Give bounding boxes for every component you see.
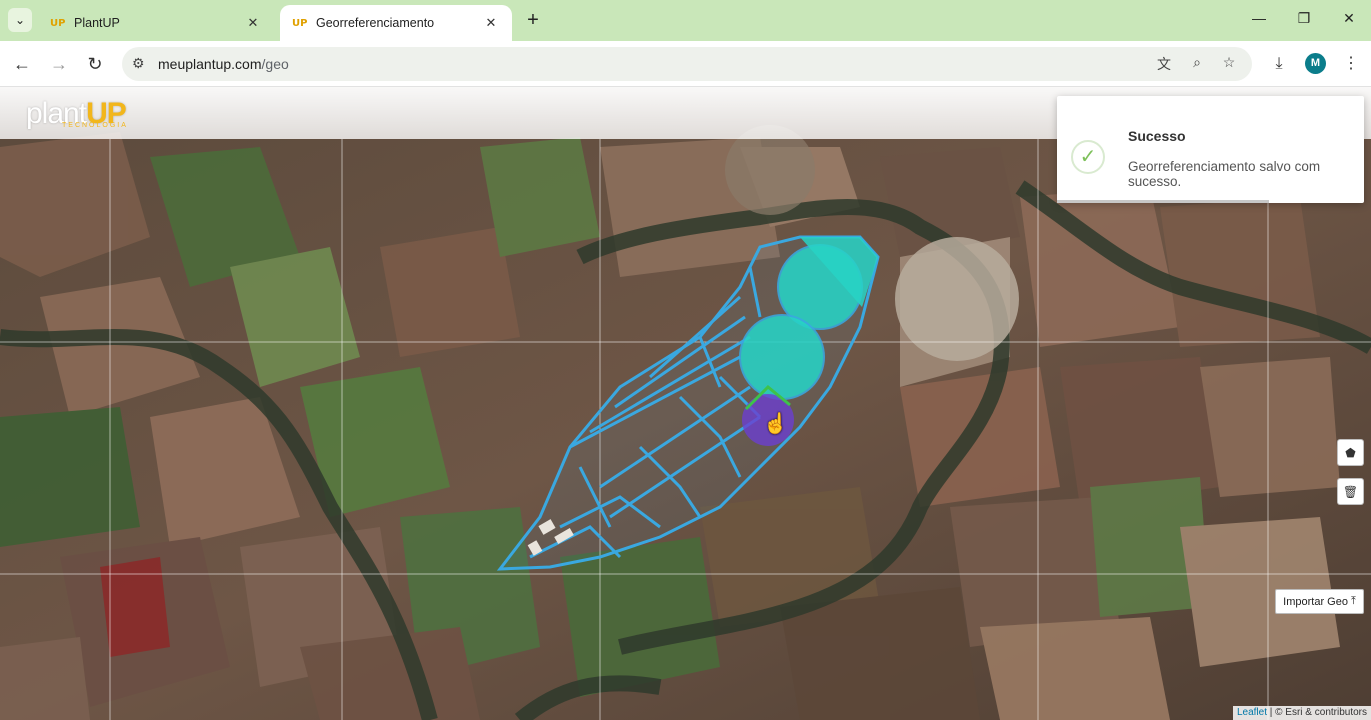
import-geo-label: Importar Geo [1283,595,1348,608]
address-bar[interactable]: ⚙ meuplantup.com/geo 文 ⌕ ☆ [122,47,1252,81]
attribution-text: | © Esri & contributors [1269,707,1367,718]
toast-progress-bar [1057,200,1269,203]
tab-title: PlantUP [74,16,120,30]
back-arrow-icon[interactable]: ← [10,52,34,76]
zoom-icon[interactable]: ⌕ [1187,54,1207,74]
tab-search-button[interactable]: ⌄ [8,8,32,32]
plantup-favicon-icon: UP [50,17,66,29]
plantup-logo-subtitle: TECNOLOGIA [62,122,128,129]
leaflet-link[interactable]: Leaflet [1237,707,1267,718]
minimize-icon[interactable]: — [1247,10,1271,30]
close-icon[interactable]: ✕ [482,15,500,31]
url-text: meuplantup.com/geo [158,56,289,72]
success-toast[interactable]: ✓ Sucesso Georreferenciamento salvo com … [1057,96,1364,203]
reload-icon[interactable]: ↻ [83,52,107,76]
new-tab-button[interactable]: + [522,9,544,31]
tab-georreferenciamento[interactable]: UP Georreferenciamento ✕ [280,5,512,41]
page-content: plantUP TECNOLOGIA ✓ Sucesso Georreferen… [0,87,1371,720]
avatar[interactable]: M [1305,53,1326,74]
toast-title: Sucesso [1128,128,1186,144]
import-geo-button[interactable]: Importar Geo ⤒ [1275,589,1364,614]
browser-toolbar: ← → ↻ ⚙ meuplantup.com/geo 文 ⌕ ☆ ⤓ M ⋮ [0,41,1371,87]
upload-icon: ⤒ [1350,595,1356,607]
trash-icon[interactable]: 🗑 [1337,478,1364,505]
close-icon[interactable]: ✕ [244,15,262,31]
translate-icon[interactable]: 文 [1154,54,1174,74]
tab-plantup[interactable]: UP PlantUP ✕ [38,5,274,41]
draw-polygon-icon[interactable]: ⬟ [1337,439,1364,466]
window-close-icon[interactable]: ✕ [1337,10,1361,30]
site-settings-icon[interactable]: ⚙ [132,55,145,72]
map-attribution: Leaflet | © Esri & contributors [1232,706,1371,720]
download-icon[interactable]: ⤓ [1267,52,1291,76]
restore-icon[interactable]: ❐ [1292,10,1316,30]
browser-tab-strip: ⌄ UP PlantUP ✕ UP Georreferenciamento ✕ … [0,0,1371,41]
menu-kebab-icon[interactable]: ⋮ [1339,52,1363,76]
tab-title: Georreferenciamento [316,16,435,30]
check-icon: ✓ [1071,140,1105,174]
forward-arrow-icon[interactable]: → [47,52,71,76]
toast-message: Georreferenciamento salvo com sucesso. [1128,159,1321,189]
plantup-favicon-icon: UP [292,17,308,29]
hand-cursor-icon: ☝ [763,413,788,435]
bookmark-star-icon[interactable]: ☆ [1219,54,1239,74]
